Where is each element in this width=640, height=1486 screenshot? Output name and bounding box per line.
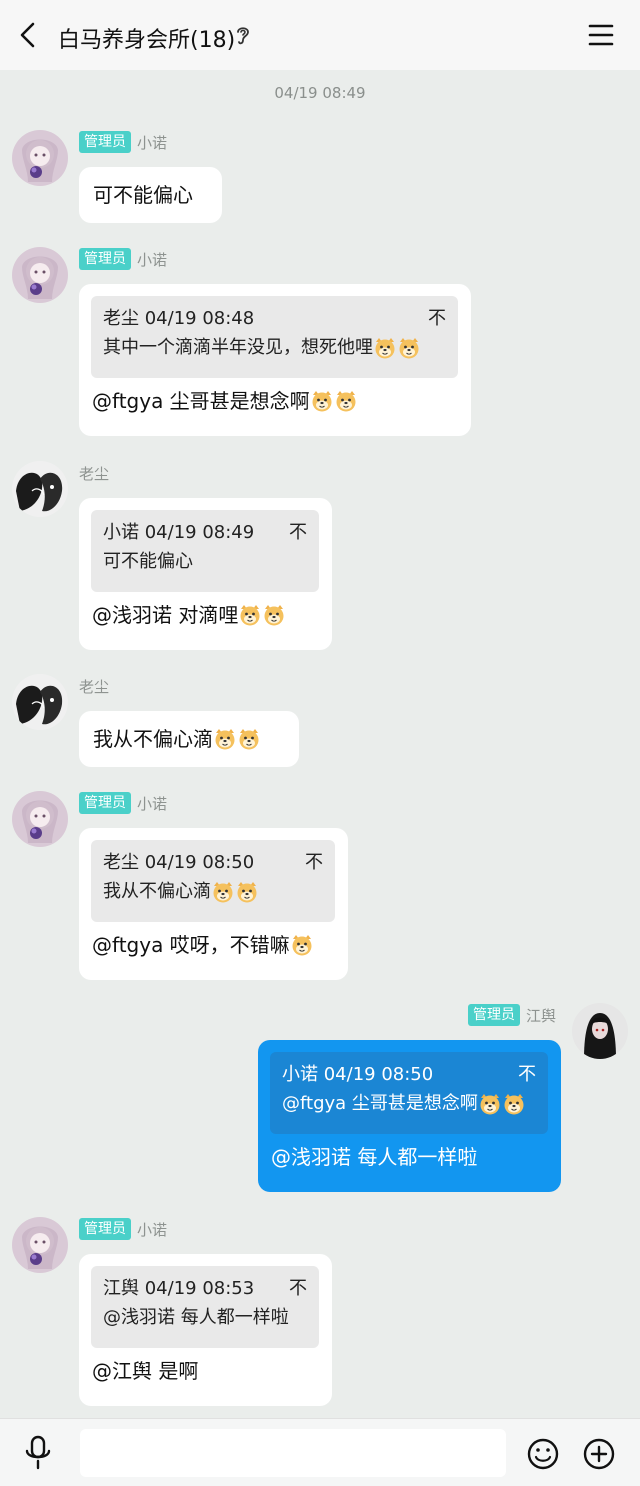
pin-icon[interactable]: 不 (289, 1276, 307, 1302)
message-text: 可不能偏心 (93, 183, 193, 207)
message-meta: 老尘 (79, 461, 109, 485)
admin-badge: 管理员 (79, 792, 131, 814)
avatar[interactable] (572, 1003, 628, 1059)
doge-emoji-icon (502, 1092, 526, 1116)
avatar[interactable] (12, 1217, 68, 1273)
message-bubble[interactable]: 江舆 04/19 08:53 不 @浅羽诺 每人都一样啦 @江舆 是啊 (79, 1254, 332, 1406)
sender-name: 小诺 (137, 1220, 168, 1239)
pin-icon[interactable]: 不 (518, 1062, 536, 1088)
message-input[interactable] (80, 1429, 506, 1477)
pin-icon[interactable]: 不 (428, 306, 446, 332)
quoted-message[interactable]: 老尘 04/19 08:50 不 我从不偏心滴 (91, 840, 335, 922)
message-bubble[interactable]: 我从不偏心滴 (79, 711, 299, 767)
message-text: 我从不偏心滴 (93, 727, 213, 751)
doge-emoji-icon (334, 389, 358, 413)
quote-header: 小诺 04/19 08:50 (282, 1064, 434, 1085)
message-bubble[interactable]: 老尘 04/19 08:50 不 我从不偏心滴 @ftgya 哎呀，不错嘛 (79, 828, 348, 980)
reply-text: @浅羽诺 每人都一样啦 (271, 1145, 478, 1169)
sender-name: 小诺 (137, 250, 168, 269)
sender-name: 老尘 (79, 464, 110, 483)
sender-name: 小诺 (137, 133, 168, 152)
quote-text: 其中一个滴滴半年没见，想死他哩 (103, 337, 373, 358)
sender-name: 老尘 (79, 677, 110, 696)
message-meta: 管理员 江舆 (467, 1003, 556, 1027)
hamburger-icon (588, 24, 614, 46)
reply-text: @浅羽诺 对滴哩 (92, 603, 239, 627)
quote-header: 江舆 04/19 08:53 (103, 1278, 255, 1299)
admin-badge: 管理员 (467, 1004, 520, 1026)
back-button[interactable] (14, 20, 44, 50)
doge-emoji-icon (211, 880, 235, 904)
avatar[interactable] (12, 461, 68, 517)
message-timestamp: 04/19 08:49 (274, 84, 366, 102)
avatar[interactable] (12, 247, 68, 303)
quote-header: 老尘 04/19 08:48 (103, 308, 255, 329)
quote-header: 老尘 04/19 08:50 (103, 852, 255, 873)
message-meta: 管理员 小诺 (79, 247, 167, 271)
quoted-message[interactable]: 江舆 04/19 08:53 不 @浅羽诺 每人都一样啦 (91, 1266, 319, 1348)
chat-header: 白马养身会所(18) (0, 0, 640, 70)
doge-emoji-icon (310, 389, 334, 413)
quoted-message[interactable]: 小诺 04/19 08:50 不 @ftgya 尘哥甚是想念啊 (270, 1052, 548, 1134)
doge-emoji-icon (478, 1092, 502, 1116)
doge-emoji-icon (290, 933, 314, 957)
more-button[interactable] (582, 1437, 616, 1471)
doge-emoji-icon (262, 603, 286, 627)
doge-emoji-icon (213, 727, 237, 751)
doge-emoji-icon (397, 336, 421, 360)
reply-text: @ftgya 哎呀，不错嘛 (92, 933, 290, 957)
avatar[interactable] (12, 791, 68, 847)
chat-area[interactable]: 04/19 08:49 管理员 小诺 可不能偏心 管理员 小诺 老尘 04/19… (0, 70, 640, 1418)
message-bubble[interactable]: 老尘 04/19 08:48 不 其中一个滴滴半年没见，想死他哩 @ftgya 尘… (79, 284, 471, 436)
input-bar (0, 1418, 640, 1486)
message-bubble[interactable]: 小诺 04/19 08:50 不 @ftgya 尘哥甚是想念啊 @浅羽诺 每人都一… (258, 1040, 561, 1192)
quote-text: 我从不偏心滴 (103, 881, 211, 902)
message-bubble[interactable]: 小诺 04/19 08:49 不 可不能偏心 @浅羽诺 对滴哩 (79, 498, 332, 650)
emoji-button[interactable] (526, 1437, 560, 1471)
message-bubble[interactable]: 可不能偏心 (79, 167, 222, 223)
pin-icon[interactable]: 不 (289, 520, 307, 546)
message-meta: 管理员 小诺 (79, 130, 167, 154)
admin-badge: 管理员 (79, 1218, 131, 1240)
plus-circle-icon (583, 1438, 615, 1470)
voice-button[interactable] (22, 1435, 54, 1471)
avatar[interactable] (12, 674, 68, 730)
message-meta: 管理员 小诺 (79, 1217, 167, 1241)
quoted-message[interactable]: 小诺 04/19 08:49 不 可不能偏心 (91, 510, 319, 592)
quote-header: 小诺 04/19 08:49 (103, 522, 255, 543)
group-title[interactable]: 白马养身会所(18) (58, 22, 235, 54)
ear-icon[interactable] (234, 24, 252, 46)
quoted-message[interactable]: 老尘 04/19 08:48 不 其中一个滴滴半年没见，想死他哩 (91, 296, 458, 378)
message-meta: 管理员 小诺 (79, 791, 167, 815)
quote-text: 可不能偏心 (103, 551, 193, 572)
sender-name: 小诺 (137, 794, 168, 813)
quote-text: @浅羽诺 每人都一样啦 (103, 1307, 289, 1328)
smiley-icon (527, 1438, 559, 1470)
admin-badge: 管理员 (79, 131, 131, 153)
admin-badge: 管理员 (79, 248, 131, 270)
message-meta: 老尘 (79, 674, 109, 698)
reply-text: @江舆 是啊 (92, 1359, 199, 1383)
doge-emoji-icon (237, 727, 261, 751)
microphone-icon (25, 1435, 51, 1470)
menu-button[interactable] (586, 22, 616, 48)
avatar[interactable] (12, 130, 68, 186)
pin-icon[interactable]: 不 (305, 850, 323, 876)
doge-emoji-icon (235, 880, 259, 904)
chevron-left-icon (20, 22, 35, 48)
doge-emoji-icon (373, 336, 397, 360)
reply-text: @ftgya 尘哥甚是想念啊 (92, 389, 310, 413)
quote-text: @ftgya 尘哥甚是想念啊 (282, 1093, 478, 1114)
doge-emoji-icon (238, 603, 262, 627)
sender-name: 江舆 (525, 1006, 556, 1025)
